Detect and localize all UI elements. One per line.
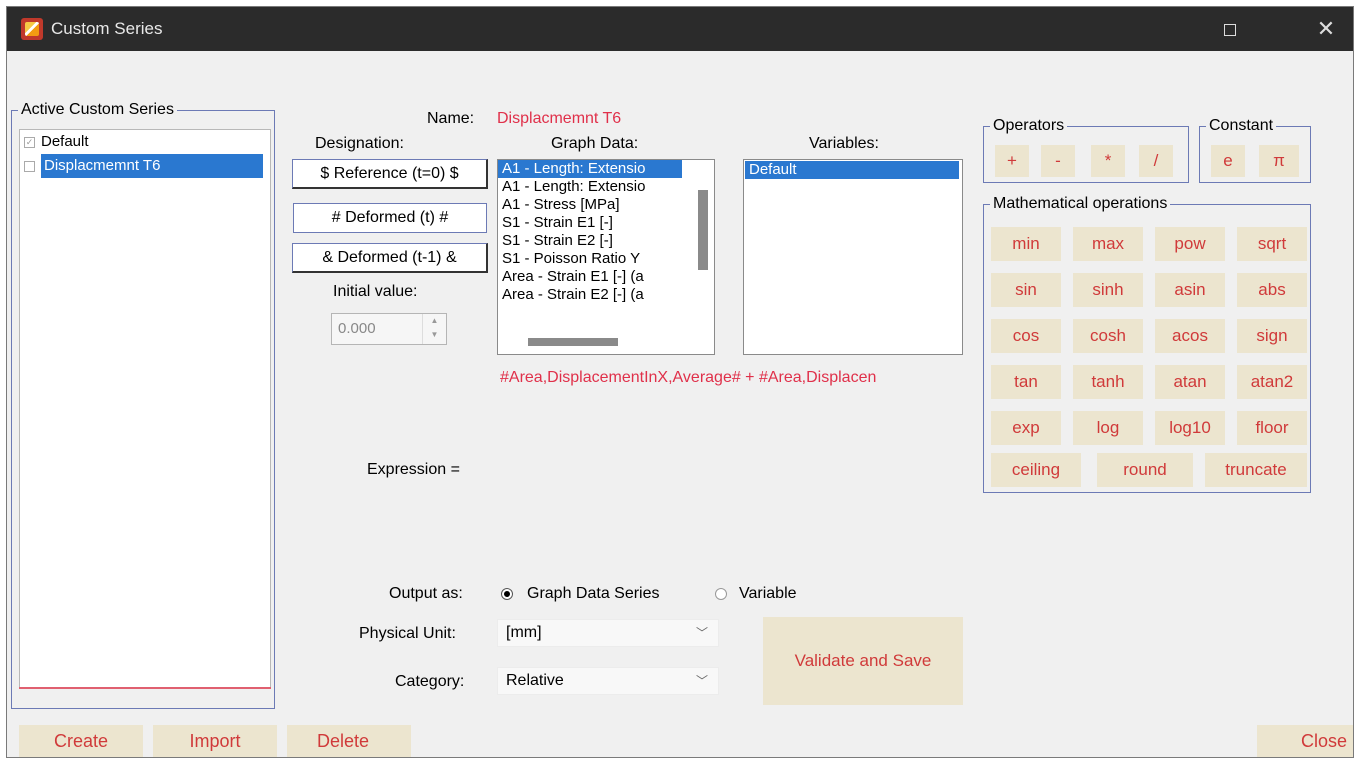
deformed-prev-button[interactable]: & Deformed (t-1) & bbox=[292, 243, 488, 273]
category-label: Category: bbox=[395, 673, 465, 690]
sinh-button[interactable]: sinh bbox=[1073, 273, 1143, 307]
floor-button[interactable]: floor bbox=[1237, 411, 1307, 445]
log10-button[interactable]: log10 bbox=[1155, 411, 1225, 445]
chevron-down-icon: ﹀ bbox=[695, 626, 708, 640]
tan-button[interactable]: tan bbox=[991, 365, 1061, 399]
exp-button[interactable]: exp bbox=[991, 411, 1061, 445]
min-button[interactable]: min bbox=[991, 227, 1061, 261]
initial-value-spinbox[interactable]: 0.000 ▲ ▼ bbox=[331, 313, 447, 345]
round-button[interactable]: round bbox=[1097, 453, 1193, 487]
minus-operator-button[interactable]: - bbox=[1041, 145, 1075, 177]
variables-list[interactable]: Default bbox=[743, 159, 963, 355]
plus-operator-button[interactable]: + bbox=[995, 145, 1029, 177]
log-button[interactable]: log bbox=[1073, 411, 1143, 445]
atan2-button[interactable]: atan2 bbox=[1237, 365, 1307, 399]
output-as-label: Output as: bbox=[389, 585, 463, 602]
atan-button[interactable]: atan bbox=[1155, 365, 1225, 399]
sqrt-button[interactable]: sqrt bbox=[1237, 227, 1307, 261]
active-series-list[interactable]: ✓ Default Displacmemnt T6 bbox=[19, 129, 271, 689]
expression-preview: #Area,DisplacementInX,Average# + #Area,D… bbox=[500, 369, 877, 386]
initial-value: 0.000 bbox=[338, 320, 376, 337]
close-window-button[interactable]: ✕ bbox=[1303, 7, 1349, 51]
abs-button[interactable]: abs bbox=[1237, 273, 1307, 307]
name-label: Name: bbox=[427, 110, 475, 127]
list-item[interactable]: A1 - Length: Extensio bbox=[498, 160, 682, 178]
physical-unit-select[interactable]: [mm] ﹀ bbox=[497, 619, 719, 647]
initial-value-label: Initial value: bbox=[333, 283, 418, 300]
output-series-radio[interactable] bbox=[501, 588, 513, 600]
validate-save-button[interactable]: Validate and Save bbox=[763, 617, 963, 705]
vertical-scrollbar[interactable] bbox=[698, 190, 708, 270]
list-item[interactable]: S1 - Poisson Ratio Y bbox=[498, 250, 714, 268]
deformed-button[interactable]: # Deformed (t) # bbox=[293, 203, 487, 233]
constant-legend: Constant bbox=[1209, 117, 1274, 134]
active-series-legend: Active Custom Series bbox=[21, 101, 174, 118]
title-bar: Custom Series ✕ bbox=[7, 7, 1353, 51]
list-item[interactable]: S1 - Strain E2 [-] bbox=[498, 232, 714, 250]
horizontal-scrollbar[interactable] bbox=[528, 338, 618, 346]
operators-legend: Operators bbox=[993, 117, 1065, 134]
max-button[interactable]: max bbox=[1073, 227, 1143, 261]
list-item[interactable]: Area - Strain E2 [-] (a bbox=[498, 286, 714, 304]
list-item[interactable]: Default bbox=[745, 161, 959, 179]
create-button[interactable]: Create bbox=[19, 725, 143, 757]
divide-operator-button[interactable]: / bbox=[1139, 145, 1173, 177]
graph-data-list[interactable]: A1 - Length: Extensio A1 - Length: Exten… bbox=[497, 159, 715, 355]
ceiling-button[interactable]: ceiling bbox=[991, 453, 1081, 487]
name-value[interactable]: Displacmemnt T6 bbox=[497, 110, 621, 128]
math-ops-legend: Mathematical operations bbox=[993, 195, 1168, 212]
spinner-arrows-icon[interactable]: ▲ ▼ bbox=[422, 314, 446, 344]
expression-label: Expression = bbox=[367, 461, 460, 478]
truncate-button[interactable]: truncate bbox=[1205, 453, 1307, 487]
list-footer-line bbox=[19, 687, 271, 689]
import-button[interactable]: Import bbox=[153, 725, 277, 757]
designation-label: Designation: bbox=[315, 135, 404, 152]
physical-unit-label: Physical Unit: bbox=[359, 625, 456, 642]
acos-button[interactable]: acos bbox=[1155, 319, 1225, 353]
category-select[interactable]: Relative ﹀ bbox=[497, 667, 719, 695]
list-item[interactable]: A1 - Length: Extensio bbox=[498, 178, 714, 196]
output-variable-label[interactable]: Variable bbox=[739, 585, 797, 603]
sign-button[interactable]: sign bbox=[1237, 319, 1307, 353]
checkbox-icon[interactable] bbox=[24, 160, 35, 172]
tanh-button[interactable]: tanh bbox=[1073, 365, 1143, 399]
graph-data-label: Graph Data: bbox=[551, 135, 639, 152]
delete-button[interactable]: Delete bbox=[287, 725, 411, 757]
window-title: Custom Series bbox=[51, 19, 163, 38]
cosh-button[interactable]: cosh bbox=[1073, 319, 1143, 353]
output-variable-radio[interactable] bbox=[715, 588, 727, 600]
list-item[interactable]: ✓ Default bbox=[20, 130, 270, 154]
custom-series-window: Custom Series ✕ Active Custom Series ✓ De… bbox=[6, 6, 1354, 758]
reference-button[interactable]: $ Reference (t=0) $ bbox=[292, 159, 488, 189]
list-item[interactable]: Area - Strain E1 [-] (a bbox=[498, 268, 714, 286]
sin-button[interactable]: sin bbox=[991, 273, 1061, 307]
maximize-button[interactable] bbox=[1207, 7, 1253, 51]
chevron-down-icon: ﹀ bbox=[695, 674, 708, 688]
pi-constant-button[interactable]: π bbox=[1259, 145, 1299, 177]
category-value: Relative bbox=[506, 672, 564, 689]
close-button[interactable]: Close bbox=[1257, 725, 1353, 757]
asin-button[interactable]: asin bbox=[1155, 273, 1225, 307]
pow-button[interactable]: pow bbox=[1155, 227, 1225, 261]
list-item[interactable]: Displacmemnt T6 bbox=[20, 154, 270, 178]
list-item[interactable]: S1 - Strain E1 [-] bbox=[498, 214, 714, 232]
maximize-icon bbox=[1224, 24, 1236, 37]
multiply-operator-button[interactable]: * bbox=[1091, 145, 1125, 177]
variables-label: Variables: bbox=[809, 135, 879, 152]
output-series-label[interactable]: Graph Data Series bbox=[527, 585, 660, 603]
cos-button[interactable]: cos bbox=[991, 319, 1061, 353]
e-constant-button[interactable]: e bbox=[1211, 145, 1245, 177]
checkbox-icon[interactable]: ✓ bbox=[24, 136, 35, 148]
list-item[interactable]: A1 - Stress [MPa] bbox=[498, 196, 714, 214]
app-icon bbox=[21, 18, 43, 40]
physical-unit-value: [mm] bbox=[506, 624, 542, 641]
